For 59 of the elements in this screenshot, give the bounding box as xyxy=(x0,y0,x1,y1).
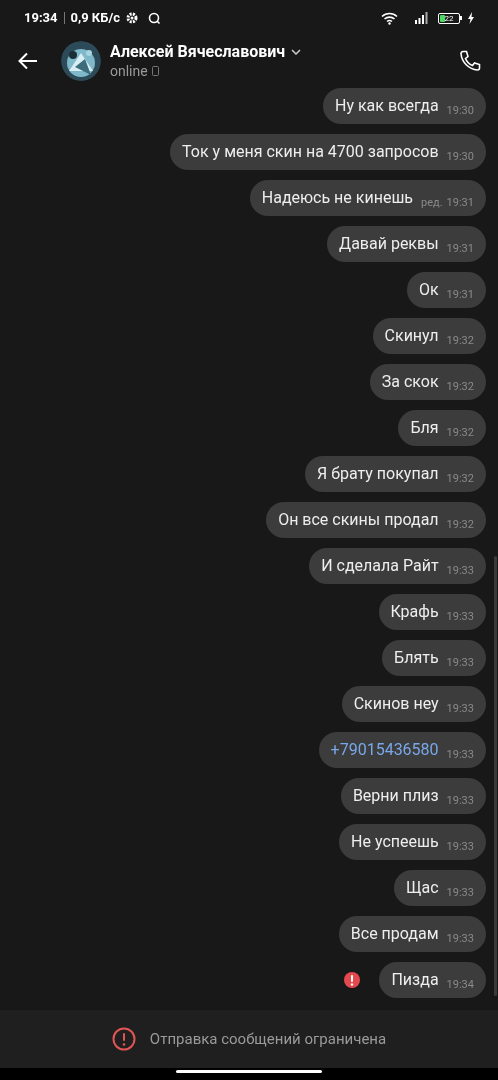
message-time: 19:33 xyxy=(446,564,474,578)
gear-icon xyxy=(126,12,138,24)
charging-icon xyxy=(468,12,474,24)
message-text: Крафь xyxy=(390,601,439,623)
chevron-down-icon[interactable] xyxy=(291,49,302,55)
message-time: 19:33 xyxy=(446,748,474,762)
message-text: Давай реквы xyxy=(339,233,439,255)
message-text: Блять xyxy=(394,647,439,669)
message-time: 19:32 xyxy=(446,426,474,440)
message-time: 19:33 xyxy=(446,794,474,808)
message-time: 19:33 xyxy=(446,656,474,670)
ring-icon xyxy=(148,11,161,25)
message-text: Верни плиз xyxy=(352,785,439,807)
message-time: 19:33 xyxy=(446,932,474,946)
status-time: 19:34 xyxy=(24,9,58,28)
message-time: 19:33 xyxy=(446,610,474,624)
message-time: 19:32 xyxy=(446,518,474,532)
message-time: 19:33 xyxy=(446,702,474,716)
message-time: 19:34 xyxy=(446,978,474,992)
message-text: Ок xyxy=(418,279,439,301)
restriction-notice: Отправка сообщений ограничена xyxy=(149,1028,387,1050)
message-text: Бля xyxy=(410,417,439,439)
error-icon[interactable] xyxy=(343,971,362,989)
contact-status: online xyxy=(110,62,148,80)
message-time: 19:31 xyxy=(446,288,474,302)
message-text: Ток у меня скин на 4700 запросов xyxy=(182,141,439,163)
warning-icon xyxy=(111,1027,136,1051)
phone-device-icon xyxy=(151,66,159,76)
message-text: За скок xyxy=(381,371,439,393)
message-text: Щас xyxy=(406,877,439,899)
message-text: Он все скины продал xyxy=(278,509,439,531)
back-icon[interactable] xyxy=(18,52,38,70)
scrollbar[interactable] xyxy=(494,556,497,996)
message-time: 19:33 xyxy=(446,840,474,854)
contact-name[interactable]: Алексей Вячеславович xyxy=(110,42,286,62)
message-time: 19:32 xyxy=(446,380,474,394)
message-time: 19:31 xyxy=(446,196,474,210)
signal-icon xyxy=(412,12,428,24)
message-time: 19:30 xyxy=(446,150,474,164)
wifi-icon xyxy=(381,11,398,25)
message-text: Скинов неу xyxy=(353,693,439,715)
message-time: 19:32 xyxy=(446,472,474,486)
network-speed: 0,9 КБ/с xyxy=(70,9,120,28)
message-text: Ну как всегда xyxy=(335,95,439,117)
message-time: 19:33 xyxy=(446,886,474,900)
message-text: Все продам xyxy=(350,923,439,945)
message-text: Пизда xyxy=(391,969,439,991)
message-time: 19:30 xyxy=(446,104,474,118)
message-text: Я брату покупал xyxy=(317,463,439,485)
battery-level: 22 xyxy=(443,13,455,23)
phone-link[interactable]: +79015436580 xyxy=(330,737,439,763)
message-text: И сделала Райт xyxy=(321,555,439,577)
phone-icon[interactable] xyxy=(458,49,482,73)
message-time: 19:32 xyxy=(446,334,474,348)
message-text: Надеюсь не кинешь xyxy=(261,187,414,209)
edited-label: ред. xyxy=(421,196,443,210)
message-text: Скинул xyxy=(384,325,439,347)
message-text: Не успеешь xyxy=(351,831,439,853)
message-time: 19:31 xyxy=(446,242,474,256)
